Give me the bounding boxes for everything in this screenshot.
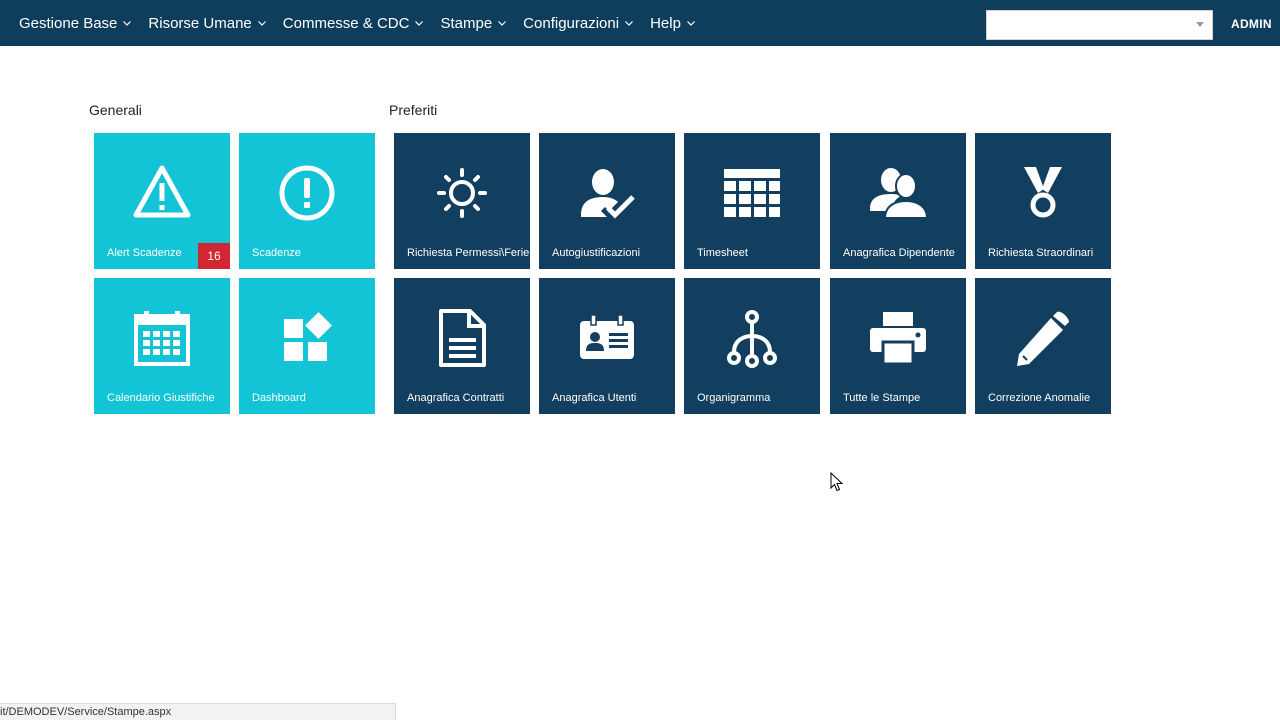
chevron-down-icon — [257, 21, 266, 26]
search-input[interactable] — [987, 11, 1199, 39]
tile-anagrafica-contratti[interactable]: Anagrafica Contratti — [394, 278, 530, 414]
tile-richiesta-permessi-ferie[interactable]: Richiesta Permessi\Ferie — [394, 133, 530, 269]
user-check-icon — [581, 169, 635, 219]
grid-icon — [724, 169, 780, 217]
tile-label: Richiesta Straordinari — [988, 247, 1094, 259]
chevron-down-icon — [123, 21, 132, 26]
tile-organigramma[interactable]: Organigramma — [684, 278, 820, 414]
tile-label: Anagrafica Utenti — [552, 392, 637, 404]
mouse-cursor-icon — [830, 472, 844, 492]
tile-anagrafica-utenti[interactable]: Anagrafica Utenti — [539, 278, 675, 414]
notification-badge: 16 — [198, 243, 230, 269]
tile-label: Alert Scadenze — [107, 247, 182, 259]
tile-calendario-giustifiche[interactable]: Calendario Giustifiche — [94, 278, 230, 414]
menu-help[interactable]: Help — [650, 15, 696, 32]
tile-label: Tutte le Stampe — [843, 392, 921, 404]
tile-anagrafica-dipendente[interactable]: Anagrafica Dipendente — [830, 133, 966, 269]
menu-gestione-base[interactable]: Gestione Base — [19, 15, 132, 32]
tile-label: Autogiustificazioni — [552, 247, 641, 259]
menu-label: Configurazioni — [523, 14, 620, 32]
tile-label: Organigramma — [697, 392, 771, 404]
tile-label: Scadenze — [252, 247, 301, 259]
exclamation-circle-icon — [279, 165, 335, 221]
id-card-icon — [580, 314, 634, 359]
tile-label: Dashboard — [252, 392, 306, 404]
tile-label: Richiesta Permessi\Ferie — [407, 247, 530, 259]
pencil-icon — [1017, 311, 1069, 366]
org-chart-icon — [727, 310, 777, 368]
menu-risorse-umane[interactable]: Risorse Umane — [148, 15, 266, 32]
calendar-icon — [134, 311, 190, 366]
menu-stampe[interactable]: Stampe — [440, 15, 507, 32]
menu-label: Help — [650, 14, 681, 32]
tile-scadenze[interactable]: Scadenze — [239, 133, 375, 269]
warning-icon — [133, 165, 191, 218]
menu-commesse-cdc[interactable]: Commesse & CDC — [283, 15, 425, 32]
menu-configurazioni[interactable]: Configurazioni — [523, 15, 634, 32]
dropdown-arrow-icon[interactable] — [1196, 22, 1204, 27]
chevron-down-icon — [625, 21, 633, 26]
user-name[interactable]: ADMIN — [1231, 17, 1272, 31]
section-title-preferiti: Preferiti — [389, 102, 438, 118]
browser-status-bar: it/DEMODEV/Service/Stampe.aspx — [0, 703, 396, 720]
medal-icon — [1024, 167, 1062, 218]
tile-label: Correzione Anomalie — [988, 392, 1091, 404]
sun-icon — [437, 168, 487, 218]
chevron-down-icon — [498, 21, 507, 26]
printer-icon — [870, 312, 926, 366]
tile-dashboard[interactable]: Dashboard — [239, 278, 375, 414]
tile-tutte-le-stampe[interactable]: Tutte le Stampe — [830, 278, 966, 414]
search-combobox[interactable] — [986, 10, 1213, 40]
tile-correzione-anomalie[interactable]: Correzione Anomalie — [975, 278, 1111, 414]
chevron-down-icon — [686, 21, 695, 26]
tile-timesheet[interactable]: Timesheet — [684, 133, 820, 269]
dashboard-icon — [284, 312, 332, 361]
section-title-generali: Generali — [89, 102, 142, 118]
users-icon — [870, 168, 928, 219]
menu-label: Gestione Base — [19, 14, 118, 32]
document-icon — [439, 309, 486, 367]
tile-autogiustificazioni[interactable]: Autogiustificazioni — [539, 133, 675, 269]
chevron-down-icon — [415, 21, 424, 26]
menu-label: Stampe — [440, 14, 493, 32]
tile-richiesta-straordinari[interactable]: Richiesta Straordinari — [975, 133, 1111, 269]
tile-label: Timesheet — [697, 247, 748, 259]
menu-label: Commesse & CDC — [282, 14, 410, 32]
tile-label: Anagrafica Contratti — [407, 392, 505, 404]
tile-label: Calendario Giustifiche — [107, 392, 215, 404]
top-navbar: Gestione Base Risorse Umane Commesse & C… — [0, 0, 1280, 46]
main-menu: Gestione Base Risorse Umane Commesse & C… — [0, 0, 712, 46]
tile-label: Anagrafica Dipendente — [843, 247, 955, 259]
menu-label: Risorse Umane — [148, 14, 252, 32]
